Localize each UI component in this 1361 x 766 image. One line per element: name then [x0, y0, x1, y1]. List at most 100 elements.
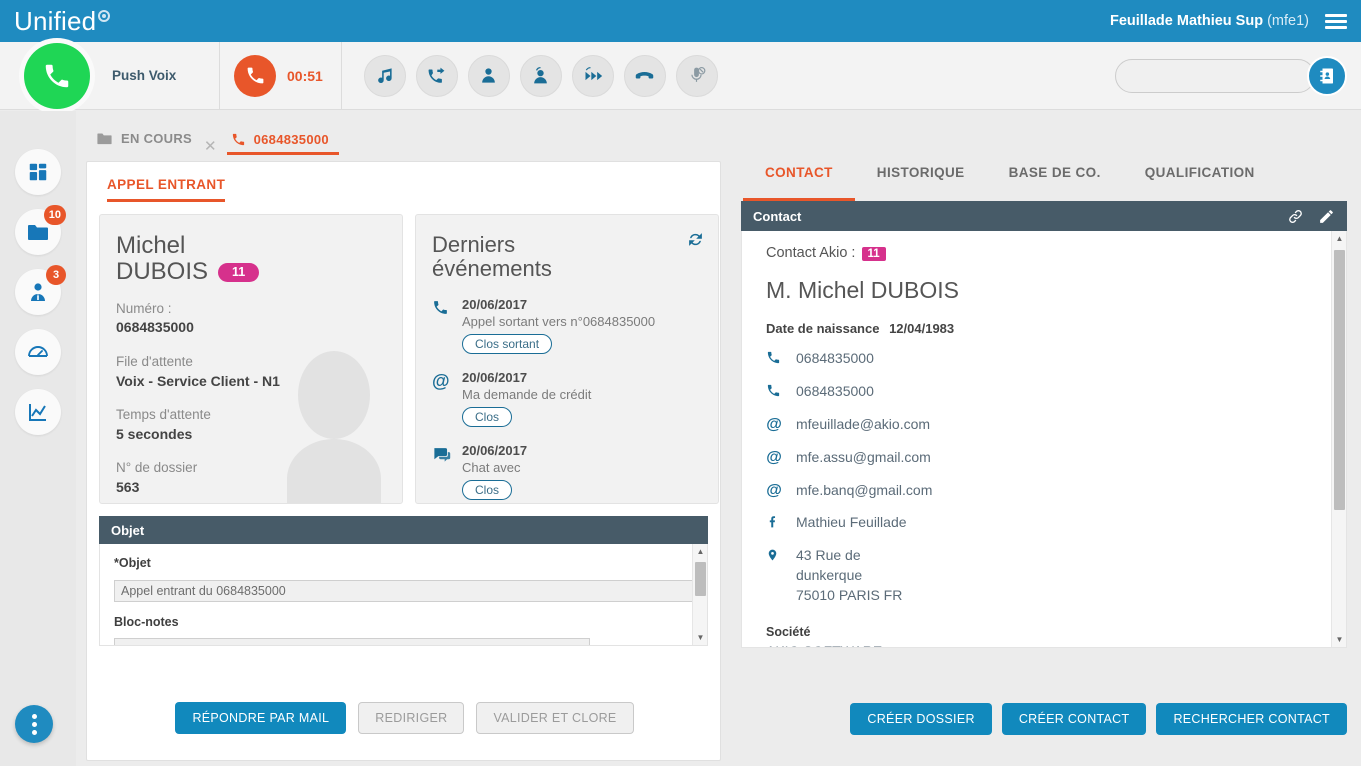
- supervisor-button[interactable]: [519, 54, 562, 97]
- user-info-icon: [31, 283, 45, 301]
- field-label: Numéro :: [116, 300, 172, 316]
- location-pin-icon: [766, 546, 782, 563]
- more-options-fab[interactable]: [15, 705, 53, 743]
- link-icon[interactable]: [1287, 208, 1304, 225]
- tab-contact[interactable]: CONTACT: [743, 161, 855, 201]
- agent-button[interactable]: [467, 54, 510, 97]
- workspace-tab-call[interactable]: 0684835000: [226, 132, 339, 155]
- reply-by-mail-button[interactable]: RÉPONDRE PAR MAIL: [175, 702, 347, 734]
- user-headset-icon: [534, 66, 548, 84]
- sidebar-item-supervision[interactable]: [15, 329, 61, 375]
- scrollbar-thumb[interactable]: [695, 562, 706, 596]
- validate-and-close-button[interactable]: VALIDER ET CLORE: [476, 702, 634, 734]
- tab-base-de-co[interactable]: BASE DE CO.: [987, 161, 1123, 201]
- tab-appel-entrant[interactable]: APPEL ENTRANT: [107, 177, 226, 202]
- forward-button[interactable]: [571, 54, 614, 97]
- objet-scrollbar[interactable]: ▲ ▼: [692, 544, 707, 645]
- fast-forward-icon: [585, 66, 602, 80]
- user-display-name: Feuillade Mathieu Sup (mfe1): [1109, 13, 1309, 29]
- left-sidebar: 10 3: [0, 111, 76, 766]
- transfer-call-button[interactable]: [415, 54, 458, 97]
- scroll-up-icon[interactable]: ▲: [1332, 231, 1346, 246]
- pencil-icon[interactable]: [1318, 208, 1335, 225]
- objet-section-body: *Objet Bloc-notes ▲ ▼: [99, 544, 708, 646]
- scroll-down-icon[interactable]: ▼: [1332, 632, 1346, 647]
- hamburger-menu-icon[interactable]: [1325, 13, 1347, 29]
- workspace: EN COURS ✕ 0684835000 APPEL ENTRANT Mich…: [76, 111, 1361, 766]
- field-value: 563: [116, 478, 140, 495]
- sidebar-item-dashboard[interactable]: [15, 149, 61, 195]
- contact-row-phone-2[interactable]: 0684835000: [766, 382, 1326, 402]
- contact-row-facebook[interactable]: Mathieu Feuillade: [766, 513, 1326, 533]
- search-contact-button[interactable]: RECHERCHER CONTACT: [1156, 703, 1347, 735]
- contact-row-email-3[interactable]: @ mfe.banq@gmail.com: [766, 481, 1326, 501]
- sidebar-item-contacts[interactable]: 3: [15, 265, 66, 315]
- close-icon[interactable]: ✕: [204, 137, 217, 155]
- event-status-badge: Clos: [462, 407, 513, 428]
- refresh-icon[interactable]: [687, 231, 704, 248]
- redirect-button[interactable]: REDIRIGER: [358, 702, 465, 734]
- call-panel-tabs: APPEL ENTRANT: [87, 162, 720, 206]
- push-voice-button[interactable]: [24, 42, 90, 109]
- tab-qualification[interactable]: QUALIFICATION: [1123, 161, 1277, 201]
- birthdate-label: Date de naissance: [766, 321, 880, 336]
- create-contact-button[interactable]: CRÉER CONTACT: [1001, 703, 1147, 735]
- contact-akio-label: Contact Akio :: [766, 245, 856, 261]
- folders-badge: 10: [43, 205, 66, 225]
- phone-icon: [432, 297, 452, 354]
- workspace-tab-en-cours[interactable]: EN COURS: [92, 130, 202, 155]
- contact-panel-actions: CRÉER DOSSIER CRÉER CONTACT RECHERCHER C…: [850, 703, 1347, 735]
- contact-row-email-2[interactable]: @ mfe.assu@gmail.com: [766, 448, 1326, 468]
- scroll-down-icon[interactable]: ▼: [693, 630, 707, 645]
- bloc-notes-input[interactable]: [114, 638, 590, 645]
- push-voice-zone: Push Voix: [0, 41, 220, 110]
- search-input[interactable]: [1115, 58, 1315, 93]
- contact-book-button[interactable]: [1307, 55, 1347, 96]
- contact-value: 0684835000: [796, 350, 874, 366]
- mute-button[interactable]: [675, 54, 718, 97]
- phone-active-icon: [247, 67, 263, 84]
- scroll-up-icon[interactable]: ▲: [693, 544, 707, 559]
- caller-first-name: Michel: [116, 232, 186, 259]
- facebook-icon: [766, 513, 782, 529]
- chat-bubble-icon: [432, 443, 452, 500]
- field-label: N° de dossier: [116, 460, 198, 476]
- objet-input[interactable]: [114, 580, 694, 602]
- folder-icon: [97, 133, 112, 145]
- scrollbar-thumb[interactable]: [1334, 250, 1345, 510]
- contact-card-body: Contact Akio : 11 M. Michel DUBOIS Date …: [741, 231, 1347, 648]
- tab-historique[interactable]: HISTORIQUE: [855, 161, 987, 201]
- push-voice-label: Push Voix: [112, 68, 177, 83]
- hold-music-button[interactable]: [363, 54, 406, 97]
- phone-icon: [766, 382, 782, 398]
- contact-value: mfeuillade@akio.com: [796, 415, 931, 432]
- sidebar-item-folders[interactable]: 10: [15, 205, 66, 255]
- caller-name: Michel DUBOIS 11: [116, 233, 386, 285]
- contact-row-phone-1[interactable]: 0684835000: [766, 349, 1326, 369]
- event-item: @ 20/06/2017 Ma demande de crédit Clos: [432, 370, 702, 428]
- contact-address-value: 43 Rue de dunkerque 75010 PARIS FR: [796, 547, 903, 603]
- field-label: Temps d'attente: [116, 407, 211, 423]
- caller-field-numero: Numéro : 0684835000: [116, 299, 386, 338]
- field-value: 0684835000: [116, 319, 194, 336]
- at-sign-icon: @: [766, 415, 782, 433]
- active-call-button[interactable]: [234, 54, 276, 97]
- call-cards: Michel DUBOIS 11 Numéro : 0684835000 File…: [87, 206, 720, 504]
- contact-row-address[interactable]: 43 Rue de dunkerque 75010 PARIS FR: [766, 546, 1326, 606]
- sidebar-item-statistics[interactable]: [15, 389, 61, 435]
- app-header: Unified Feuillade Mathieu Sup (mfe1): [0, 0, 1361, 42]
- gauge-icon: [28, 346, 48, 357]
- hangup-button[interactable]: [623, 54, 666, 97]
- contact-scrollbar[interactable]: ▲ ▼: [1331, 231, 1346, 647]
- objet-section-header: Objet: [99, 516, 708, 544]
- dashboard-grid-icon: [29, 163, 47, 181]
- folder-icon: [28, 225, 48, 240]
- workspace-tabstrip: EN COURS ✕ 0684835000: [86, 123, 1347, 155]
- contact-row-email-1[interactable]: @ mfeuillade@akio.com: [766, 415, 1326, 435]
- app-logo-text: Unified: [14, 6, 97, 36]
- create-folder-button[interactable]: CRÉER DOSSIER: [850, 703, 992, 735]
- contact-akio-line: Contact Akio : 11: [766, 245, 1326, 261]
- contact-panel: CONTACT HISTORIQUE BASE DE CO. QUALIFICA…: [741, 161, 1347, 761]
- contact-birthdate: Date de naissance 12/04/1983: [766, 321, 1326, 336]
- circle-dot-icon: [98, 10, 111, 22]
